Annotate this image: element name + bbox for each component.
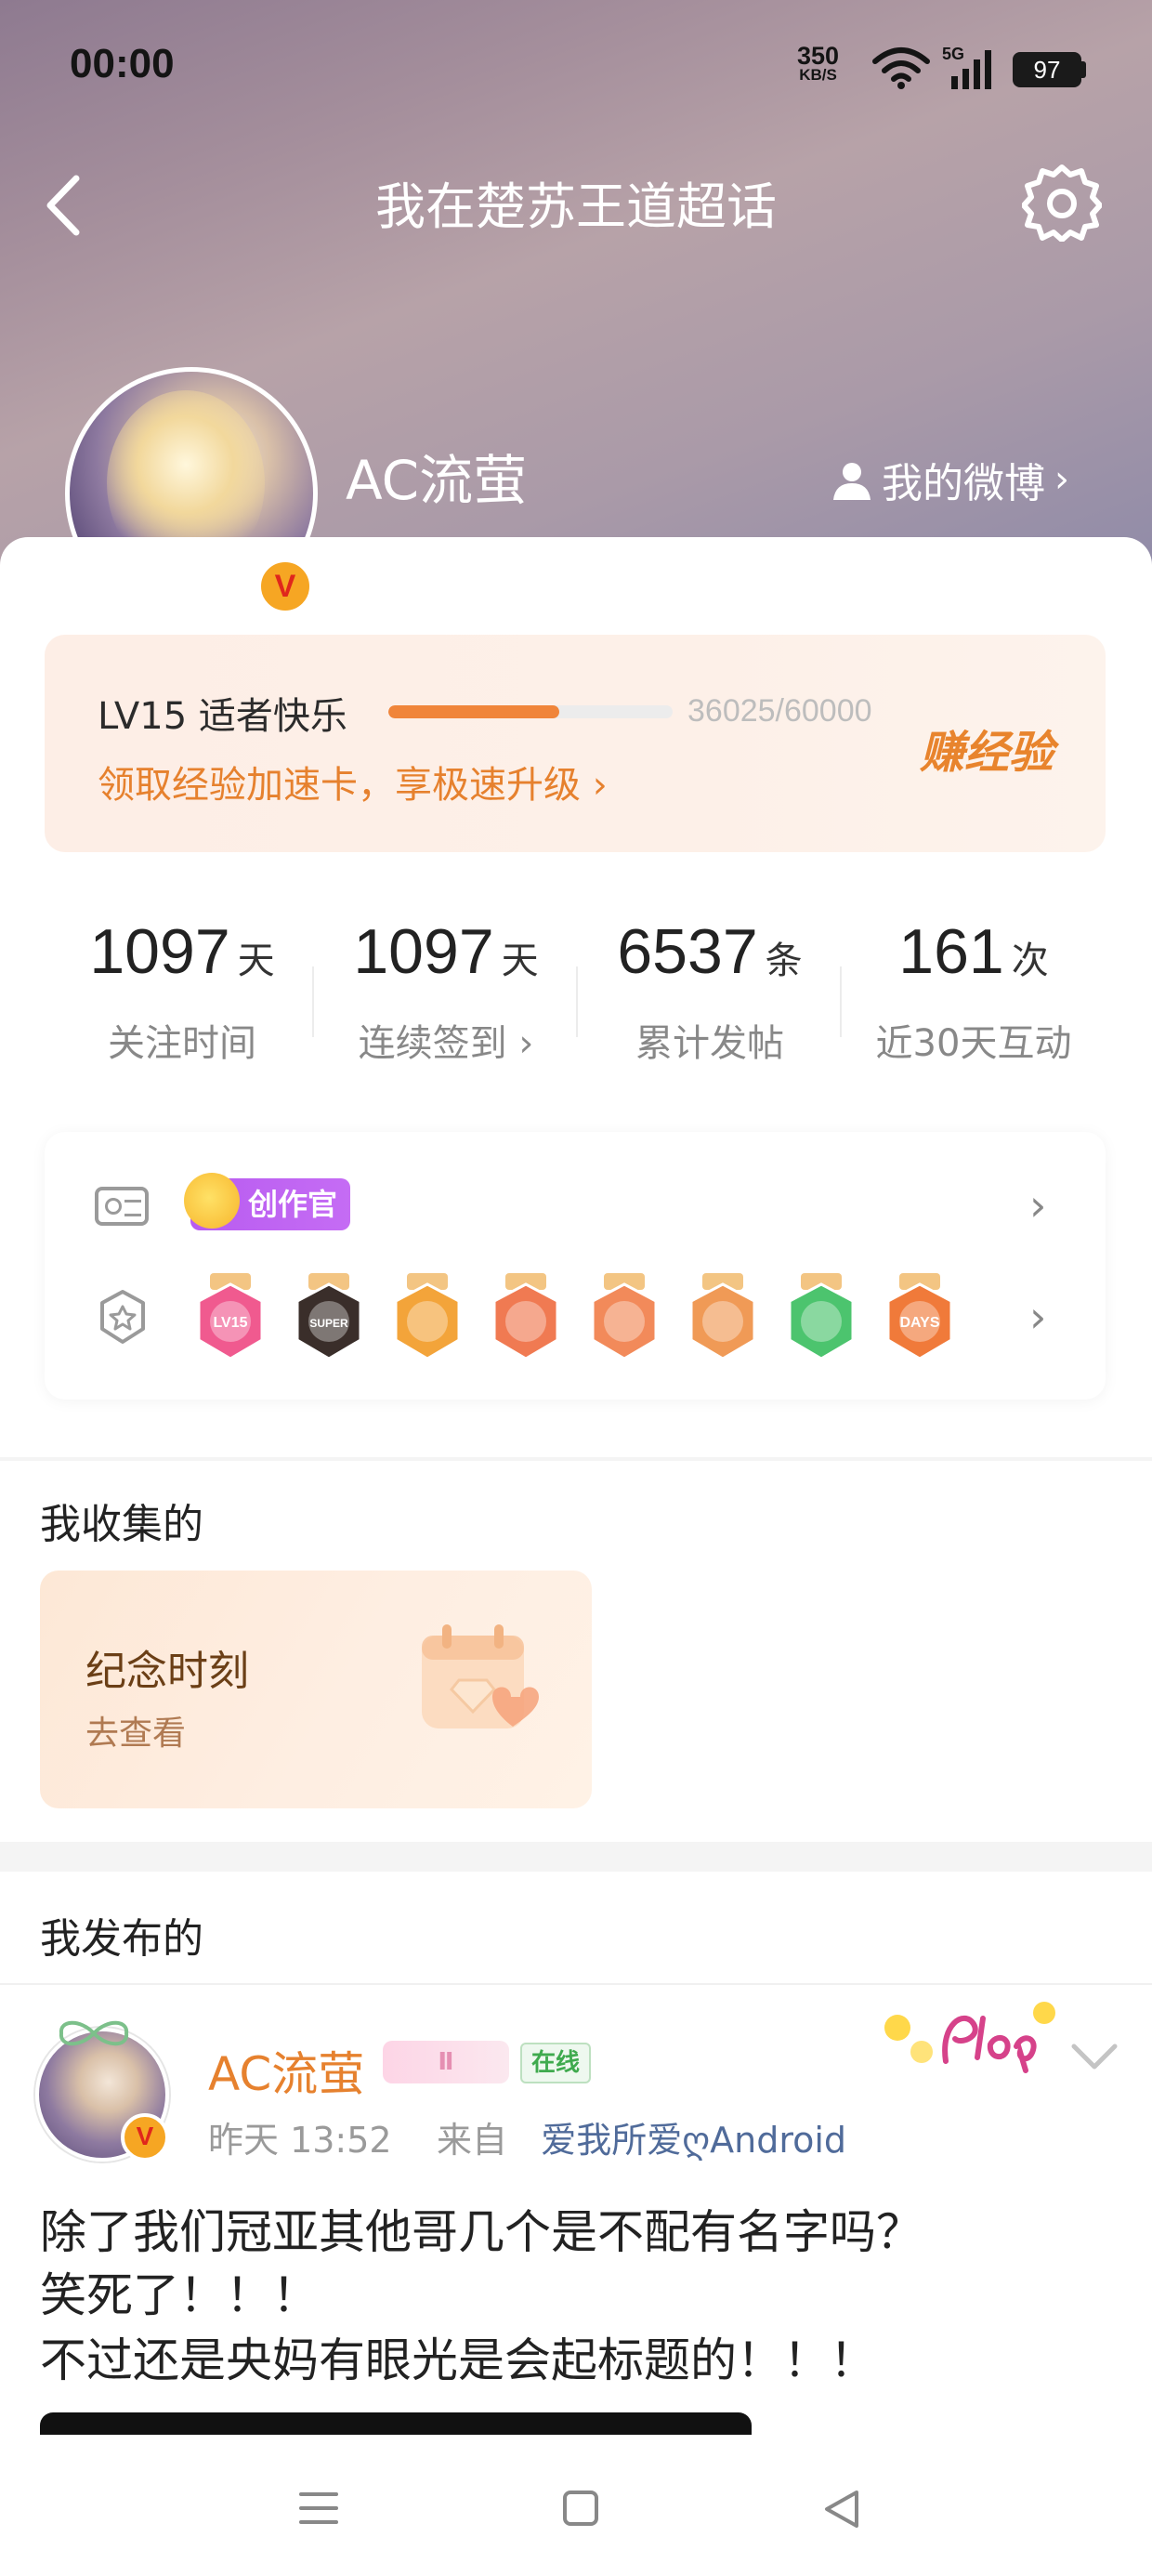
boost-link-label: 领取经验加速卡，享极速升级 bbox=[98, 764, 581, 807]
network-speed-unit: KB/S bbox=[799, 66, 837, 84]
hand-medal[interactable] bbox=[784, 1273, 858, 1362]
lv15-medal[interactable]: LV15 bbox=[193, 1273, 268, 1362]
stat-follow-time: 1097 天 关注时间 bbox=[50, 915, 314, 1065]
network-speed: 350 KB/S bbox=[797, 44, 839, 84]
user-level-badge: Ⅱ bbox=[383, 2041, 509, 2083]
level-progress-bar bbox=[388, 705, 673, 718]
earn-exp-button[interactable]: 赚经验 bbox=[920, 716, 1054, 781]
chevron-right-icon[interactable]: › bbox=[1029, 1292, 1046, 1342]
medal-label: LV15 bbox=[213, 1315, 247, 1331]
post-text-line: 不过还是央妈有眼光是会起标题的！！！ bbox=[40, 2333, 876, 2387]
back-triangle-icon[interactable] bbox=[821, 2489, 862, 2530]
gear-icon[interactable] bbox=[1022, 162, 1102, 242]
crown-medal[interactable] bbox=[390, 1273, 465, 1362]
battery-indicator: 97 bbox=[1013, 52, 1081, 87]
stat-label: 累计发帖 bbox=[635, 1022, 784, 1065]
post-text-line: 笑死了！！！ bbox=[40, 2268, 319, 2322]
smiley-icon bbox=[184, 1173, 240, 1229]
stat-unit: 天 bbox=[237, 940, 275, 982]
post-text-line: 除了我们冠亚其他哥几个是不配有名字吗？ bbox=[40, 2205, 923, 2259]
post-time: 昨天 13:52 bbox=[208, 2120, 392, 2161]
battery-cap bbox=[1081, 61, 1086, 78]
stat-label: 关注时间 bbox=[108, 1022, 256, 1065]
stat-value: 161 bbox=[898, 916, 1004, 987]
post-meta: 昨天 13:52 来自 爱我所爱ღAndroid bbox=[208, 2111, 846, 2162]
my-weibo-label: 我的微博 bbox=[882, 460, 1045, 507]
chevron-right-icon: › bbox=[1054, 458, 1069, 501]
page-title: 我在楚苏王道超话 bbox=[375, 177, 777, 236]
stat-value: 1097 bbox=[89, 916, 230, 987]
posts-title: 我发布的 bbox=[40, 1915, 203, 1963]
calendar-heart-icon bbox=[422, 1624, 539, 1728]
memorial-view-link[interactable]: 去查看 bbox=[85, 1706, 186, 1755]
medal-icon bbox=[100, 1290, 145, 1344]
stat-label-text: 连续签到 bbox=[358, 1022, 507, 1065]
level-progress-fill bbox=[388, 705, 559, 718]
home-icon[interactable] bbox=[563, 2491, 598, 2526]
id-card-icon bbox=[95, 1187, 149, 1226]
level-progress-text: 36025/60000 bbox=[687, 693, 872, 729]
stat-label: 近30天互动 bbox=[875, 1022, 1072, 1065]
status-time: 00:00 bbox=[70, 41, 175, 86]
chevron-right-icon: › bbox=[506, 1022, 534, 1065]
collected-title: 我收集的 bbox=[40, 1501, 203, 1548]
stat-posts: 6537 条 累计发帖 bbox=[578, 915, 842, 1065]
chevron-right-icon[interactable]: › bbox=[1029, 1180, 1046, 1230]
bow-decoration-icon bbox=[59, 2020, 129, 2046]
medal-label: DAYS bbox=[900, 1315, 940, 1331]
stat-interactions: 161 次 近30天互动 bbox=[842, 915, 1106, 1065]
menu-icon[interactable] bbox=[299, 2492, 338, 2524]
verified-badge: V bbox=[256, 558, 314, 615]
post-username[interactable]: AC流萤 bbox=[208, 2037, 364, 2104]
verified-badge: V bbox=[121, 2113, 169, 2162]
profile-username[interactable]: AC流萤 bbox=[346, 437, 527, 515]
stat-label: 连续签到 › bbox=[314, 1013, 578, 1067]
my-weibo-link[interactable]: 我的微博 › bbox=[831, 450, 1069, 509]
user-icon bbox=[833, 463, 871, 500]
post-source[interactable]: 爱我所爱ღAndroid bbox=[541, 2120, 846, 2161]
cat-medal-3[interactable] bbox=[686, 1273, 760, 1362]
stat-unit: 次 bbox=[1011, 940, 1049, 982]
super-medal[interactable]: SUPER bbox=[292, 1273, 366, 1362]
chevron-right-icon: › bbox=[592, 764, 608, 807]
cat-medal-2[interactable] bbox=[587, 1273, 661, 1362]
divider bbox=[0, 1983, 1152, 1985]
online-status-tag: 在线 bbox=[520, 2043, 592, 2083]
medal-label: SUPER bbox=[309, 1317, 348, 1330]
post-from-label: 来自 bbox=[436, 2120, 507, 2161]
stat-value: 1097 bbox=[353, 916, 494, 987]
chevron-down-icon[interactable] bbox=[1068, 2039, 1120, 2076]
wifi-icon bbox=[872, 47, 930, 89]
stat-value: 6537 bbox=[617, 916, 758, 987]
plog-sticker-icon bbox=[884, 2002, 1055, 2073]
boost-card-link[interactable]: 领取经验加速卡，享极速升级 › bbox=[98, 755, 608, 808]
stat-unit: 天 bbox=[501, 940, 539, 982]
stat-unit: 条 bbox=[765, 940, 803, 982]
memorial-title: 纪念时刻 bbox=[85, 1648, 249, 1695]
signal-icon bbox=[951, 50, 991, 89]
cat-medal-1[interactable] bbox=[489, 1273, 563, 1362]
stat-checkin[interactable]: 1097 天 连续签到 › bbox=[314, 915, 578, 1065]
100days-medal[interactable]: DAYS bbox=[883, 1273, 957, 1362]
level-label: LV15 适者快乐 bbox=[98, 695, 347, 738]
